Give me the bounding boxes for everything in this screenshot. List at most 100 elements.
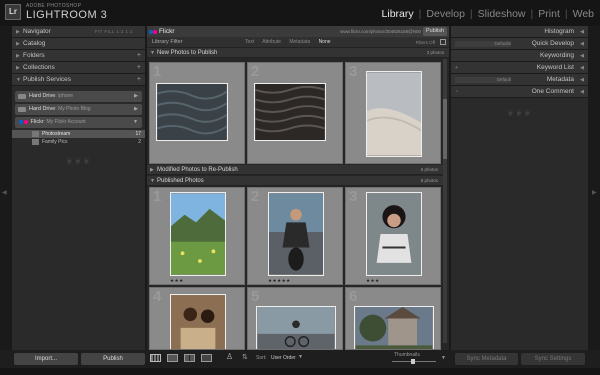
grid-cell[interactable]: 5 [247, 287, 343, 350]
grid-cell[interactable]: 1 [149, 62, 245, 164]
module-separator: | [530, 8, 534, 20]
comments-header[interactable]: ◔ One Comment ◀ [451, 86, 588, 98]
filters-off-select[interactable]: Filters Off [416, 37, 435, 48]
photo-thumbnail[interactable] [366, 192, 422, 276]
publish-button[interactable]: Publish [423, 27, 447, 36]
section-label: Published Photos [157, 178, 204, 184]
sort-order-select[interactable]: User Order [271, 355, 296, 361]
import-button[interactable]: Import... [14, 353, 78, 365]
service-url[interactable]: www.flickr.com/photos/304826168@N00 [340, 26, 421, 37]
star-rating[interactable]: ★★★ [366, 278, 380, 284]
filter-tab-none[interactable]: None [319, 39, 331, 45]
right-panel-toggle-icon[interactable]: ▶ [592, 190, 597, 196]
service-account: : My Photo Blog [55, 106, 91, 112]
catalog-header[interactable]: ▶ Catalog [12, 38, 145, 50]
photo-thumbnail[interactable] [156, 83, 228, 141]
collapse-triangle-icon: ▶ [16, 41, 20, 47]
service-flickr[interactable]: Flickr: My Flickr Account ▼ [15, 117, 142, 128]
chevron-right-icon[interactable]: ▶ [134, 104, 138, 115]
painter-icon[interactable]: ♙ [226, 352, 233, 361]
navigator-header[interactable]: ▶ Navigator FIT FILL 1:1 1:1 [12, 26, 145, 38]
collapse-triangle-icon: ◀ [580, 53, 584, 59]
photo-thumbnail[interactable] [170, 192, 226, 276]
chevron-right-icon[interactable]: ▶ [134, 91, 138, 102]
new-photos-section-header[interactable]: ▼ New Photos to Publish 3 photos [147, 48, 449, 58]
publish-bottom-button[interactable]: Publish [81, 353, 145, 365]
grid-cell[interactable]: 2 ★★★★★ [247, 187, 343, 285]
quick-develop-preset-select[interactable]: Defaults [455, 41, 511, 47]
add-collection-icon[interactable]: + [137, 62, 141, 74]
cell-number: 4 [153, 288, 162, 305]
collection-family-pics[interactable]: Family Pics 2 [12, 138, 145, 146]
grid-cell[interactable]: 2 [247, 62, 343, 164]
sync-settings-button[interactable]: Sync Settings [521, 353, 585, 365]
grid-cell[interactable]: 3 ★★★ [345, 187, 441, 285]
photo-thumbnail[interactable] [170, 294, 226, 350]
hard-drive-icon [18, 107, 26, 112]
quick-develop-header[interactable]: Defaults Quick Develop ◀ [451, 38, 588, 50]
thumbnail-size-slider-handle[interactable] [411, 359, 415, 364]
modified-photos-section-header[interactable]: ▶ Modified Photos to Re-Publish 6 photos [147, 165, 443, 175]
filter-tab-text[interactable]: Text [245, 39, 254, 45]
star-rating[interactable]: ★★★ [170, 278, 184, 284]
filmstrip-collapsed-bar [0, 368, 600, 375]
sort-direction-icon[interactable]: ⇅ [242, 353, 248, 361]
cell-number: 2 [251, 188, 260, 205]
published-photos-section-header[interactable]: ▼ Published Photos 8 photos [147, 176, 443, 186]
filter-tab-metadata[interactable]: Metadata [289, 39, 310, 45]
collection-count: 17 [135, 131, 141, 137]
photo-thumbnail[interactable] [254, 83, 326, 141]
compare-view-icon[interactable] [184, 354, 195, 362]
survey-view-icon[interactable] [201, 354, 212, 362]
library-filter-bar: Library Filter Text Attribute Metadata N… [147, 37, 449, 48]
add-service-icon[interactable]: + [137, 74, 141, 86]
photo-thumbnail[interactable] [354, 306, 434, 350]
comment-bubble-icon: ◔ [455, 89, 459, 95]
grid-scrollbar[interactable] [443, 59, 447, 343]
module-slideshow[interactable]: Slideshow [478, 8, 526, 20]
keyword-list-header[interactable]: + Keyword List ◀ [451, 62, 588, 74]
grid-cell[interactable]: 1 ★★★ [149, 187, 245, 285]
module-web[interactable]: Web [573, 8, 594, 20]
grid-cell[interactable]: 6 [345, 287, 441, 350]
module-develop[interactable]: Develop [426, 8, 465, 20]
service-hard-drive-iphone[interactable]: Hard Drive: iphone ▶ [15, 91, 142, 102]
loupe-view-icon[interactable] [167, 354, 178, 362]
lock-icon[interactable] [440, 39, 446, 45]
histogram-label: Histogram [544, 28, 574, 35]
toolbar-menu-icon[interactable]: ▼ [441, 355, 446, 361]
add-folder-icon[interactable]: + [137, 50, 141, 62]
collection-name: Family Pics [42, 139, 68, 145]
sort-dropdown-icon[interactable]: ▼ [298, 354, 303, 360]
module-library[interactable]: Library [382, 8, 414, 20]
photo-thumbnail[interactable] [256, 306, 336, 350]
sync-metadata-button[interactable]: Sync Metadata [455, 353, 518, 365]
navigator-zoom-options[interactable]: FIT FILL 1:1 1:1 [95, 26, 133, 38]
star-rating[interactable]: ★★★★★ [268, 278, 291, 284]
publish-services-header[interactable]: ▼ Publish Services + [12, 74, 145, 86]
folders-header[interactable]: ▶ Folders + [12, 50, 145, 62]
module-print[interactable]: Print [538, 8, 560, 20]
cell-number: 5 [251, 288, 260, 305]
chevron-down-icon[interactable]: ▼ [133, 117, 138, 128]
module-separator: | [469, 8, 473, 20]
left-panel-toggle-icon[interactable]: ◀ [2, 190, 7, 196]
histogram-header[interactable]: Histogram ◀ [451, 26, 588, 38]
grid-cell[interactable]: 4 [149, 287, 245, 350]
photo-thumbnail[interactable] [268, 192, 324, 276]
grid-view-icon[interactable] [150, 354, 161, 362]
collections-header[interactable]: ▶ Collections + [12, 62, 145, 74]
service-hard-drive-blog[interactable]: Hard Drive: My Photo Blog ▶ [15, 104, 142, 115]
collection-photostream[interactable]: Photostream 17 [12, 130, 145, 138]
scrollbar-thumb[interactable] [443, 99, 447, 159]
publish-services-label: Publish Services [23, 76, 72, 83]
metadata-header[interactable]: Default Metadata ◀ [451, 74, 588, 86]
sort-label: Sort: [256, 355, 267, 361]
grid-cell[interactable]: 3 [345, 62, 441, 164]
cell-number: 6 [349, 288, 358, 305]
metadata-preset-select[interactable]: Default [455, 77, 511, 83]
filter-tab-attribute[interactable]: Attribute [262, 39, 281, 45]
photo-thumbnail[interactable] [366, 71, 422, 157]
keywording-header[interactable]: Keywording ◀ [451, 50, 588, 62]
add-keyword-icon[interactable]: + [455, 65, 458, 71]
